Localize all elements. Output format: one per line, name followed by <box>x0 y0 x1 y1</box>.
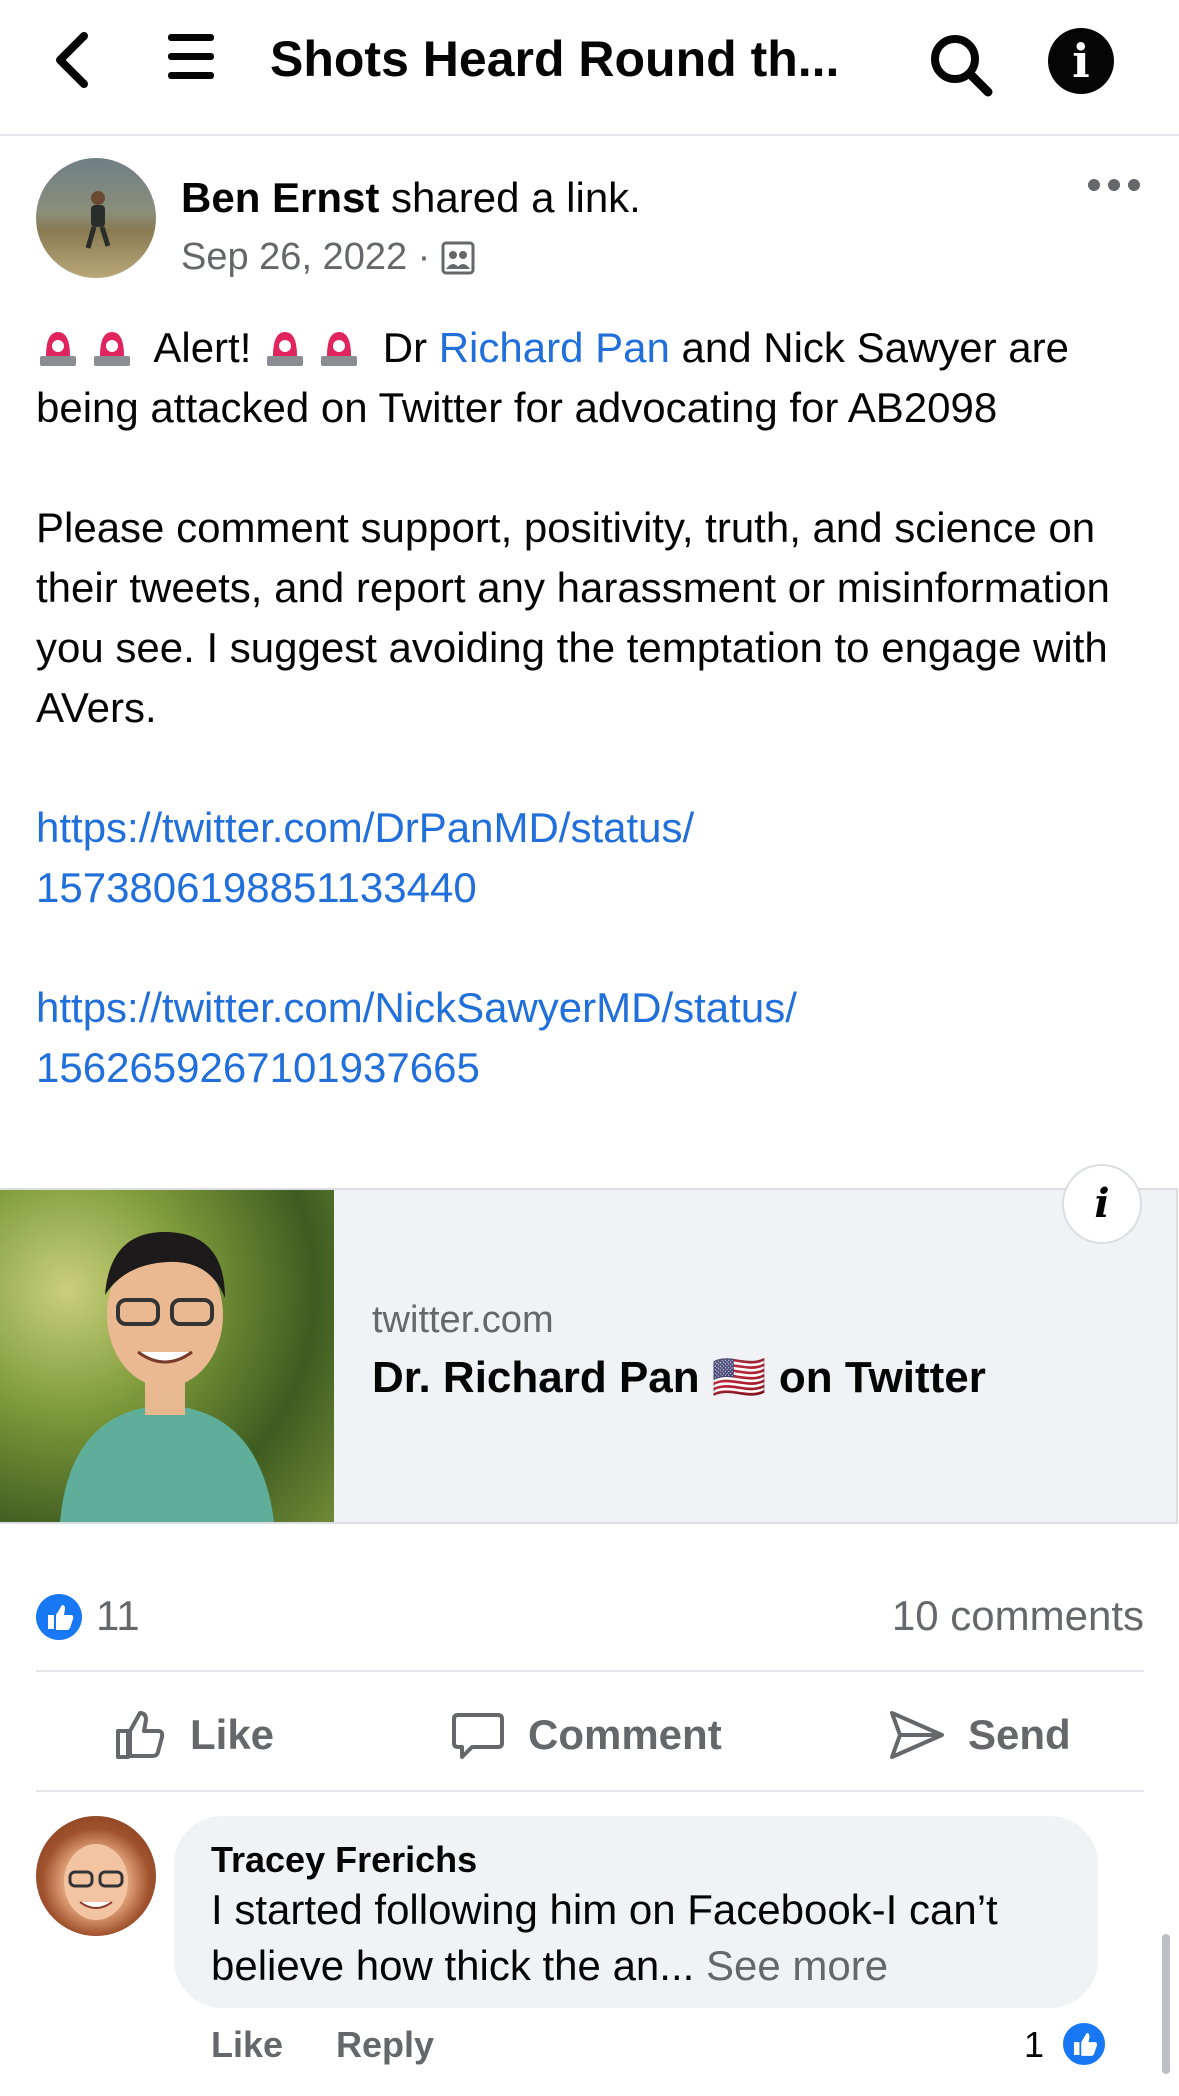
hamburger-menu-icon[interactable] <box>166 32 216 82</box>
scrollbar[interactable] <box>1162 1934 1170 2074</box>
post-link-2: https://twitter.com/NickSawyerMD/status/… <box>36 978 1146 1098</box>
group-members-icon <box>441 241 475 275</box>
divider <box>36 1790 1144 1792</box>
link-title[interactable]: Dr. Richard Pan 🇺🇸 on Twitter <box>372 1350 986 1406</box>
post-meta: Sep 26, 2022 · <box>181 232 475 282</box>
siren-emoji-icon <box>321 332 358 366</box>
comments-count[interactable]: 10 comments <box>866 1588 1144 1644</box>
link-preview-card[interactable]: twitter.com Dr. Richard Pan 🇺🇸 on Twitte… <box>0 1164 1178 1524</box>
divider <box>36 1670 1144 1672</box>
author-name[interactable]: Ben Ernst <box>181 174 379 221</box>
dr-prefix: Dr <box>371 324 439 371</box>
comment-button[interactable]: Comment <box>450 1700 722 1770</box>
more-options-icon[interactable] <box>1084 170 1144 200</box>
alert-text: Alert! <box>144 324 264 371</box>
like-count[interactable]: 11 <box>96 1588 140 1644</box>
group-title[interactable]: Shots Heard Round th... <box>270 24 870 94</box>
send-arrow-icon <box>890 1711 944 1759</box>
search-icon[interactable] <box>928 32 994 98</box>
post-action-text: shared a link. <box>379 174 641 221</box>
comment-text: I started following him on Facebook-I ca… <box>211 1886 998 1989</box>
send-button[interactable]: Send <box>888 1700 1071 1770</box>
comment-reply-button[interactable]: Reply <box>336 2020 434 2070</box>
siren-emoji-icon <box>267 332 304 366</box>
top-navigation-bar: Shots Heard Round th... i <box>0 0 1179 136</box>
like-reaction-icon[interactable] <box>36 1594 82 1640</box>
link-info-button[interactable]: i <box>1062 1164 1142 1244</box>
post-link-1: https://twitter.com/DrPanMD/status/15738… <box>36 798 1146 918</box>
thumbs-up-icon <box>116 1711 165 1759</box>
siren-emoji-icon <box>94 332 130 366</box>
post-body: Alert! Dr Richard Pan and Nick Sawyer ar… <box>36 318 1146 1158</box>
comment-reaction-count[interactable]: 1 <box>1024 2020 1044 2070</box>
us-flag-icon: 🇺🇸 <box>711 1353 767 1402</box>
post-paragraph-2: Please comment support, positivity, trut… <box>36 504 1110 731</box>
siren-emoji-icon <box>40 332 76 366</box>
like-button[interactable]: Like <box>112 1700 274 1770</box>
tweet-link-drpanmd[interactable]: https://twitter.com/DrPanMD/status/15738… <box>36 804 694 911</box>
tweet-link-nicksawyermd[interactable]: https://twitter.com/NickSawyerMD/status/… <box>36 984 797 1091</box>
post-date[interactable]: Sep 26, 2022 · <box>181 236 441 278</box>
see-more-link[interactable]: See more <box>706 1942 888 1989</box>
link-domain: twitter.com <box>372 1299 554 1341</box>
info-icon[interactable]: i <box>1048 28 1114 94</box>
commenter-name[interactable]: Tracey Frerichs <box>211 1836 477 1884</box>
post-paragraph-1: Alert! Dr Richard Pan and Nick Sawyer ar… <box>36 318 1146 438</box>
comment-like-button[interactable]: Like <box>211 2020 283 2070</box>
link-preview-image[interactable] <box>0 1190 334 1522</box>
comment-bubble-icon <box>452 1713 504 1759</box>
chevron-left-icon[interactable] <box>52 30 92 90</box>
post-author-line: Ben Ernst shared a link. <box>181 172 641 224</box>
mention-richard-pan[interactable]: Richard Pan <box>439 324 670 371</box>
like-reaction-icon[interactable] <box>1060 2020 1108 2068</box>
commenter-avatar[interactable] <box>36 1816 156 1936</box>
author-avatar[interactable] <box>36 158 156 278</box>
